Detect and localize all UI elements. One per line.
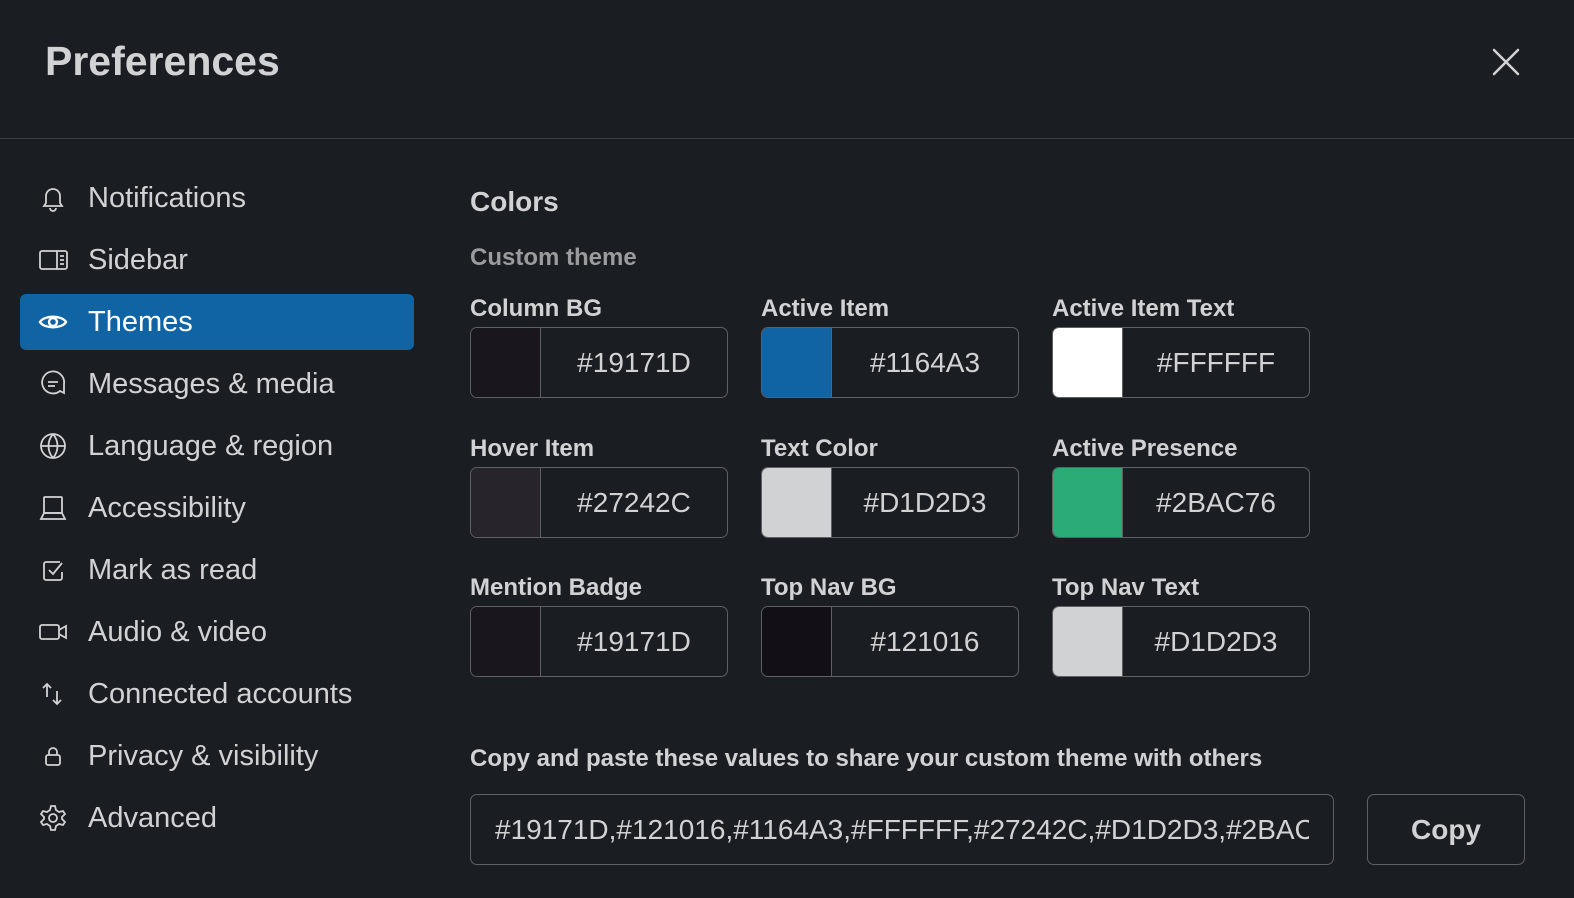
globe-icon: [40, 433, 66, 459]
color-input[interactable]: #D1D2D3: [761, 467, 1019, 538]
color-hex-value[interactable]: #FFFFFF: [1123, 328, 1309, 397]
section-title: Colors: [470, 186, 559, 217]
sidebar-item-advanced[interactable]: Advanced: [20, 790, 414, 846]
color-field-label: Text Color: [761, 435, 878, 462]
sidebar-item-accessibility[interactable]: Accessibility: [20, 480, 414, 536]
check-square-icon: [43, 561, 63, 581]
sidebar-item-label: Themes: [88, 305, 193, 338]
sidebar-item-label: Advanced: [88, 801, 217, 834]
eye-icon: [38, 315, 68, 329]
color-input[interactable]: #FFFFFF: [1052, 327, 1310, 398]
laptop-icon: [39, 496, 67, 520]
color-field: Active Presence #2BAC76: [1052, 435, 1310, 538]
sidebar-item-messages-media[interactable]: Messages & media: [20, 356, 414, 412]
color-swatch[interactable]: [762, 607, 832, 676]
color-field-label: Top Nav Text: [1052, 574, 1200, 601]
color-swatch[interactable]: [471, 328, 541, 397]
color-field: Top Nav Text #D1D2D3: [1052, 574, 1310, 677]
sidebar-item-label: Messages & media: [88, 367, 335, 400]
sidebar-item-sidebar[interactable]: Sidebar: [20, 232, 414, 288]
sidebar-item-connected-accounts[interactable]: Connected accounts: [20, 666, 414, 722]
sidebar-item-label: Connected accounts: [88, 677, 353, 710]
color-hex-value[interactable]: #19171D: [541, 607, 727, 676]
arrows-icon: [42, 682, 62, 706]
sidebar-item-privacy-visibility[interactable]: Privacy & visibility: [20, 728, 414, 784]
page-title: Preferences: [45, 38, 280, 84]
color-field: Mention Badge #19171D: [470, 574, 728, 677]
color-hex-value[interactable]: #D1D2D3: [1123, 607, 1309, 676]
color-input[interactable]: #27242C: [470, 467, 728, 538]
color-field-label: Active Item Text: [1052, 295, 1235, 322]
color-hex-value[interactable]: #1164A3: [832, 328, 1018, 397]
color-field: Column BG #19171D: [470, 295, 728, 398]
color-swatch[interactable]: [471, 468, 541, 537]
sidebar-item-mark-as-read[interactable]: Mark as read: [20, 542, 414, 598]
color-input[interactable]: #121016: [761, 606, 1019, 677]
color-field: Active Item #1164A3: [761, 295, 1019, 398]
color-field: Active Item Text #FFFFFF: [1052, 295, 1310, 398]
color-input[interactable]: #D1D2D3: [1052, 606, 1310, 677]
color-field-label: Active Item: [761, 295, 890, 322]
color-field: Text Color #D1D2D3: [761, 435, 1019, 538]
sidebar-icon: [39, 250, 68, 270]
color-hex-value[interactable]: #121016: [832, 607, 1018, 676]
color-field-label: Hover Item: [470, 435, 595, 462]
sidebar-item-label: Accessibility: [88, 491, 246, 524]
gear-icon: [39, 805, 67, 831]
color-swatch[interactable]: [1053, 607, 1123, 676]
color-field: Hover Item #27242C: [470, 435, 728, 538]
sidebar-item-label: Sidebar: [88, 243, 188, 276]
color-input[interactable]: #1164A3: [761, 327, 1019, 398]
color-input[interactable]: #19171D: [470, 327, 728, 398]
share-label: Copy and paste these values to share you…: [470, 745, 1263, 772]
color-swatch[interactable]: [762, 468, 832, 537]
section-subtitle: Custom theme: [470, 244, 637, 271]
sidebar-item-label: Notifications: [88, 181, 246, 214]
close-icon[interactable]: [1488, 44, 1524, 80]
color-field-label: Mention Badge: [470, 574, 642, 601]
header: Preferences: [0, 0, 1574, 139]
sidebar-item-audio-video[interactable]: Audio & video: [20, 604, 414, 660]
copy-button[interactable]: Copy: [1367, 794, 1525, 865]
bell-icon: [42, 188, 64, 212]
theme-values-input[interactable]: [470, 794, 1334, 865]
color-input[interactable]: #19171D: [470, 606, 728, 677]
preferences-nav: Notifications Sidebar Themes Messages & …: [20, 170, 414, 852]
color-swatch[interactable]: [1053, 468, 1123, 537]
sidebar-item-label: Mark as read: [88, 553, 258, 586]
color-hex-value[interactable]: #2BAC76: [1123, 468, 1309, 537]
color-input[interactable]: #2BAC76: [1052, 467, 1310, 538]
sidebar-item-language-region[interactable]: Language & region: [20, 418, 414, 474]
sidebar-item-label: Language & region: [88, 429, 334, 462]
color-field: Top Nav BG #121016: [761, 574, 1019, 677]
color-hex-value[interactable]: #27242C: [541, 468, 727, 537]
color-field-label: Top Nav BG: [761, 574, 897, 601]
color-hex-value[interactable]: #19171D: [541, 328, 727, 397]
color-field-label: Column BG: [470, 295, 602, 322]
video-icon: [39, 624, 67, 640]
color-field-label: Active Presence: [1052, 435, 1238, 462]
sidebar-item-notifications[interactable]: Notifications: [20, 170, 414, 226]
color-swatch[interactable]: [762, 328, 832, 397]
color-swatch[interactable]: [1053, 328, 1123, 397]
sidebar-item-themes[interactable]: Themes: [20, 294, 414, 350]
color-swatch[interactable]: [471, 607, 541, 676]
sidebar-item-label: Audio & video: [88, 615, 267, 648]
message-icon: [41, 370, 65, 395]
sidebar-item-label: Privacy & visibility: [88, 739, 319, 772]
lock-icon: [45, 747, 61, 766]
color-hex-value[interactable]: #D1D2D3: [832, 468, 1018, 537]
